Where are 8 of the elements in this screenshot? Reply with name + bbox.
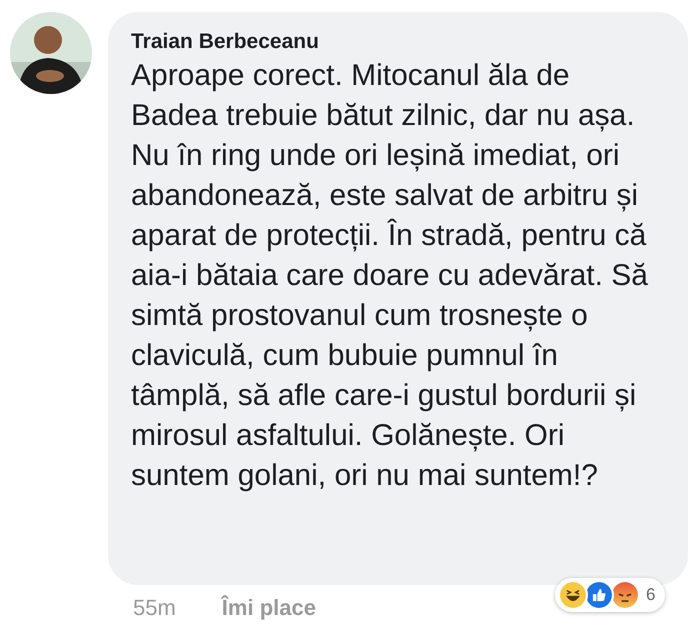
reactions-pill[interactable]: 6	[555, 578, 666, 612]
author-name[interactable]: Traian Berbeceanu	[131, 28, 668, 56]
comment-text: Aproape corect. Mitocanul ăla de Badea trebuie bătut zilnic, dar nu așa. Nu în ring unde ori leșină imediat, ori abandonează, este salvat de arbitru și aparat de protecții. În stradă, pentru că aia-i bătaia care doare cu adevărat. Să simtă prostovanul cum trosnește o claviculă, cum bubuie pumnul în tâmplă, să afle care-i gustul bordurii și mirosul asfaltului. Golănește. Ori suntem golani, ori nu mai suntem!?	[131, 58, 649, 494]
angry-emoji-icon	[610, 580, 640, 610]
timestamp: 55m	[133, 594, 176, 622]
laughing-emoji-icon	[558, 580, 588, 610]
thumbs-up-icon	[584, 580, 614, 610]
reaction-count: 6	[646, 584, 656, 606]
